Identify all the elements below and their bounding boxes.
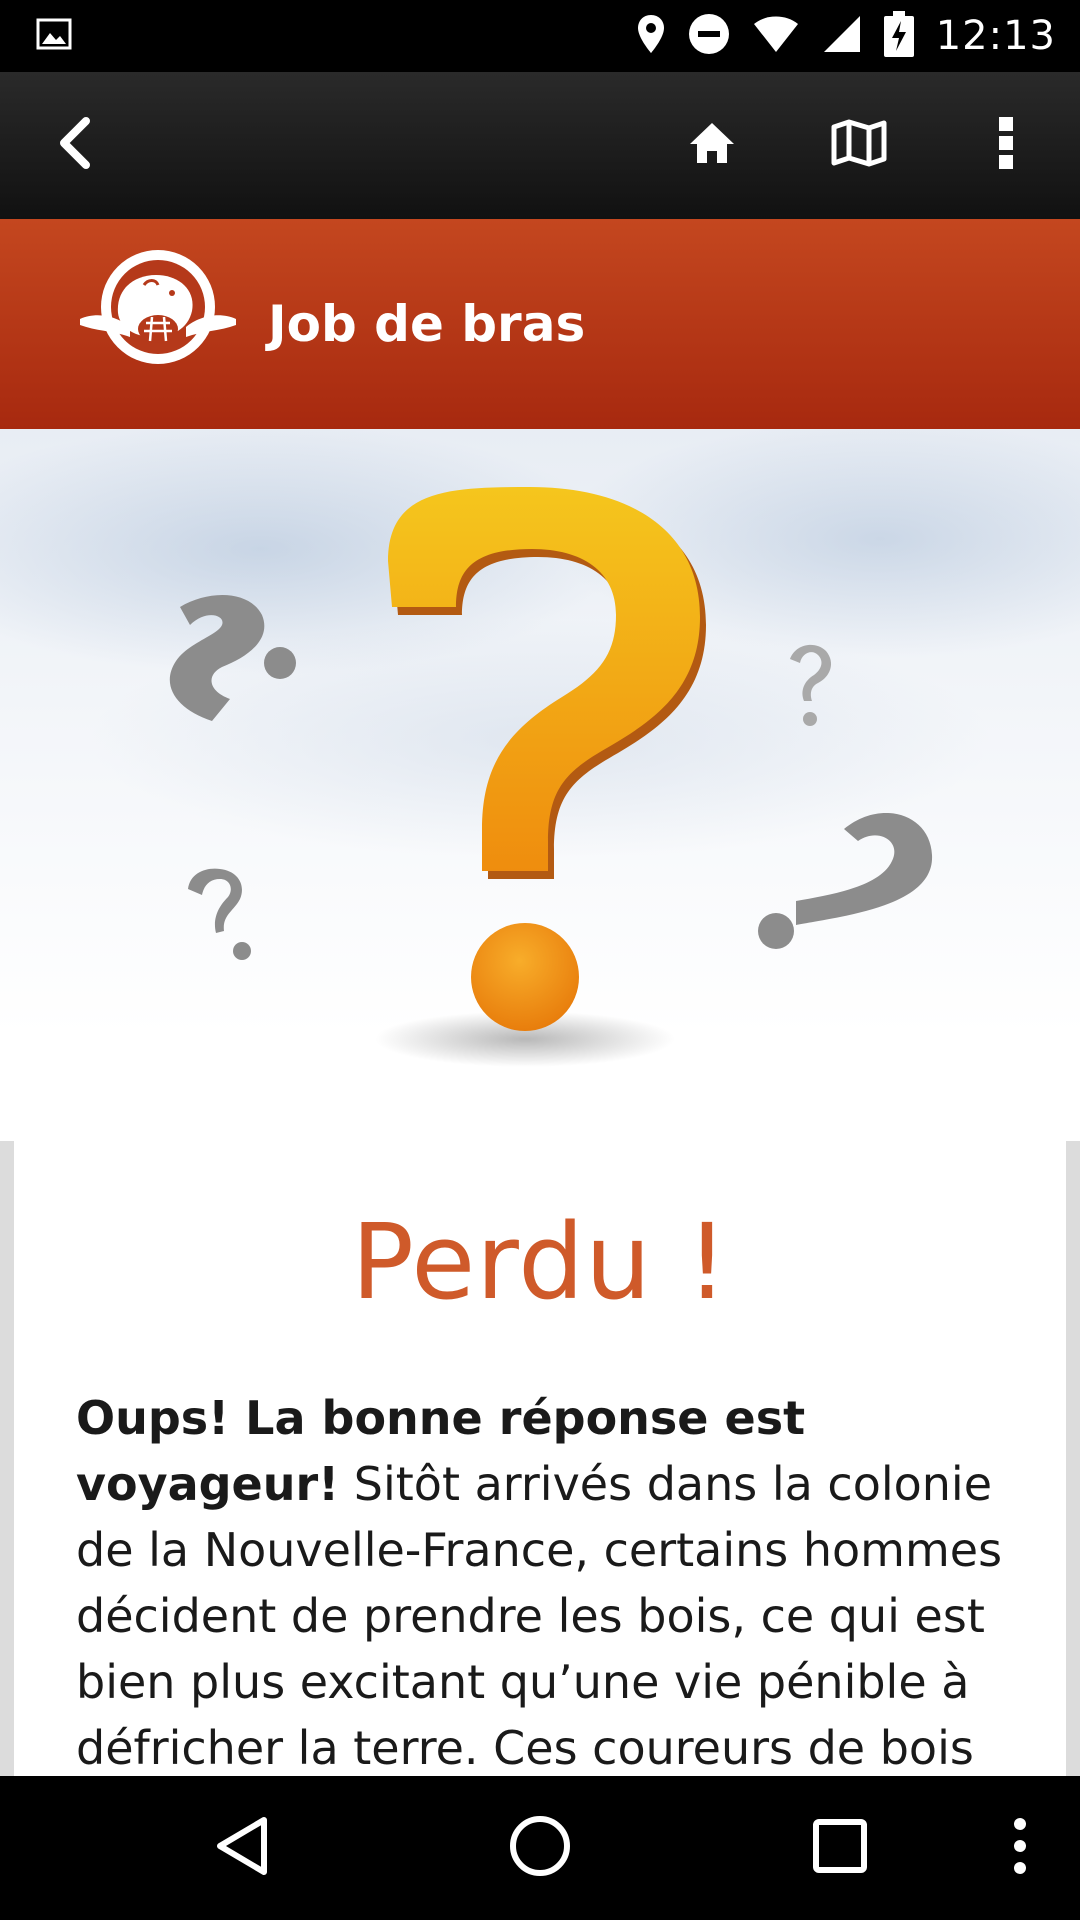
nav-home-button[interactable] bbox=[460, 1776, 620, 1920]
status-time: 12:13 bbox=[935, 13, 1056, 59]
overflow-menu-button[interactable] bbox=[946, 72, 1066, 219]
overflow-menu-icon bbox=[998, 116, 1014, 175]
status-bar: 12:13 bbox=[0, 0, 1080, 72]
nav-back-button[interactable] bbox=[162, 1776, 322, 1920]
system-nav-bar bbox=[0, 1776, 1080, 1920]
title-banner: Job de bras bbox=[0, 219, 1080, 429]
nav-recents-button[interactable] bbox=[760, 1776, 920, 1920]
beaver-logo-icon bbox=[78, 245, 238, 374]
nav-menu-button[interactable] bbox=[940, 1776, 1080, 1920]
signal-icon bbox=[822, 14, 862, 59]
back-button[interactable] bbox=[14, 72, 134, 219]
image-notification-icon bbox=[36, 18, 72, 55]
home-icon bbox=[689, 122, 735, 169]
map-icon bbox=[831, 119, 887, 172]
do-not-disturb-icon bbox=[688, 13, 730, 60]
result-body: Oups! La bonne réponse est voyageur! Sit… bbox=[76, 1385, 1016, 1776]
result-card: Perdu ! Oups! La bonne réponse est voyag… bbox=[14, 1141, 1066, 1776]
page-title: Job de bras bbox=[268, 295, 586, 353]
home-button[interactable] bbox=[652, 72, 772, 219]
back-arrow-icon bbox=[54, 117, 94, 174]
question-mark-illustration bbox=[0, 429, 1080, 1141]
location-icon bbox=[636, 13, 666, 60]
result-title: Perdu ! bbox=[351, 1201, 729, 1323]
map-button[interactable] bbox=[799, 72, 919, 219]
nav-back-icon bbox=[214, 1816, 270, 1881]
battery-charging-icon bbox=[883, 10, 914, 62]
wifi-icon bbox=[752, 14, 800, 59]
card-shade-left bbox=[0, 1141, 14, 1776]
nav-home-icon bbox=[509, 1815, 571, 1882]
action-bar bbox=[0, 72, 1080, 219]
nav-menu-icon bbox=[1013, 1817, 1027, 1880]
card-shade-right bbox=[1066, 1141, 1080, 1776]
nav-recents-icon bbox=[813, 1818, 867, 1878]
